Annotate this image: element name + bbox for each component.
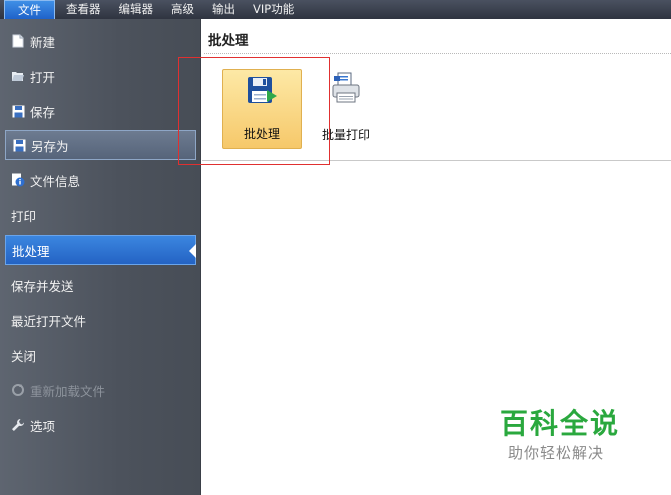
sidebar-item-label: 批处理 [12, 243, 50, 259]
sidebar-item-save-send[interactable]: 保存并发送 [5, 270, 196, 300]
sidebar-item-label: 关闭 [11, 348, 37, 364]
sidebar-item-save[interactable]: 保存 [5, 96, 196, 126]
sidebar-item-recent[interactable]: 最近打开文件 [5, 305, 196, 335]
sidebar-item-options[interactable]: 选项 [5, 410, 196, 440]
sidebar-item-label: 新建 [30, 34, 56, 50]
menu-output[interactable]: 输出 [203, 0, 244, 19]
sidebar-item-label: 另存为 [31, 138, 69, 154]
sidebar-item-label: 文件信息 [30, 173, 81, 189]
sidebar-item-new[interactable]: 新建 [5, 26, 196, 56]
info-icon [11, 173, 25, 187]
sidebar-item-label: 保存并发送 [11, 278, 74, 294]
save-as-disk-icon [12, 138, 26, 152]
sidebar-item-label: 选项 [30, 418, 56, 434]
selected-indicator [189, 244, 196, 258]
sidebar-item-file-info[interactable]: 文件信息 [5, 165, 196, 195]
new-file-icon [11, 34, 25, 48]
page-title: 批处理 [208, 33, 249, 49]
batch-print-icon [329, 71, 363, 108]
sidebar-item-label: 重新加载文件 [30, 383, 106, 399]
backstage-sidebar: 新建 打开 保存 另存为 文件信息 打印 批处理 保存并发送 最近打开文件 关闭… [0, 19, 201, 495]
open-folder-icon [11, 69, 25, 83]
menu-bar: 文件 查看器 编辑器 高级 输出 VIP功能 [0, 0, 671, 19]
sidebar-item-label: 最近打开文件 [11, 313, 87, 329]
highlight-annotation-box [178, 57, 330, 165]
save-disk-icon [11, 104, 25, 118]
sidebar-item-reload: 重新加载文件 [5, 375, 196, 405]
sidebar-item-close[interactable]: 关闭 [5, 340, 196, 370]
watermark-title: 百科全说 [500, 407, 621, 440]
menu-viewer[interactable]: 查看器 [57, 0, 110, 19]
watermark-subtitle: 助你轻松解决 [508, 444, 605, 462]
menu-editor[interactable]: 编辑器 [110, 0, 163, 19]
sidebar-item-save-as[interactable]: 另存为 [5, 130, 196, 160]
sidebar-item-open[interactable]: 打开 [5, 61, 196, 91]
sidebar-item-batch[interactable]: 批处理 [5, 235, 196, 265]
title-divider [204, 53, 671, 54]
menu-file[interactable]: 文件 [4, 0, 55, 19]
reload-icon [11, 383, 25, 397]
sidebar-item-label: 保存 [30, 104, 56, 120]
wrench-icon [11, 418, 25, 432]
menu-advanced[interactable]: 高级 [162, 0, 203, 19]
sidebar-item-label: 打开 [30, 69, 56, 85]
menu-vip[interactable]: VIP功能 [244, 0, 303, 19]
sidebar-item-print[interactable]: 打印 [5, 200, 196, 230]
sidebar-item-label: 打印 [11, 208, 37, 224]
